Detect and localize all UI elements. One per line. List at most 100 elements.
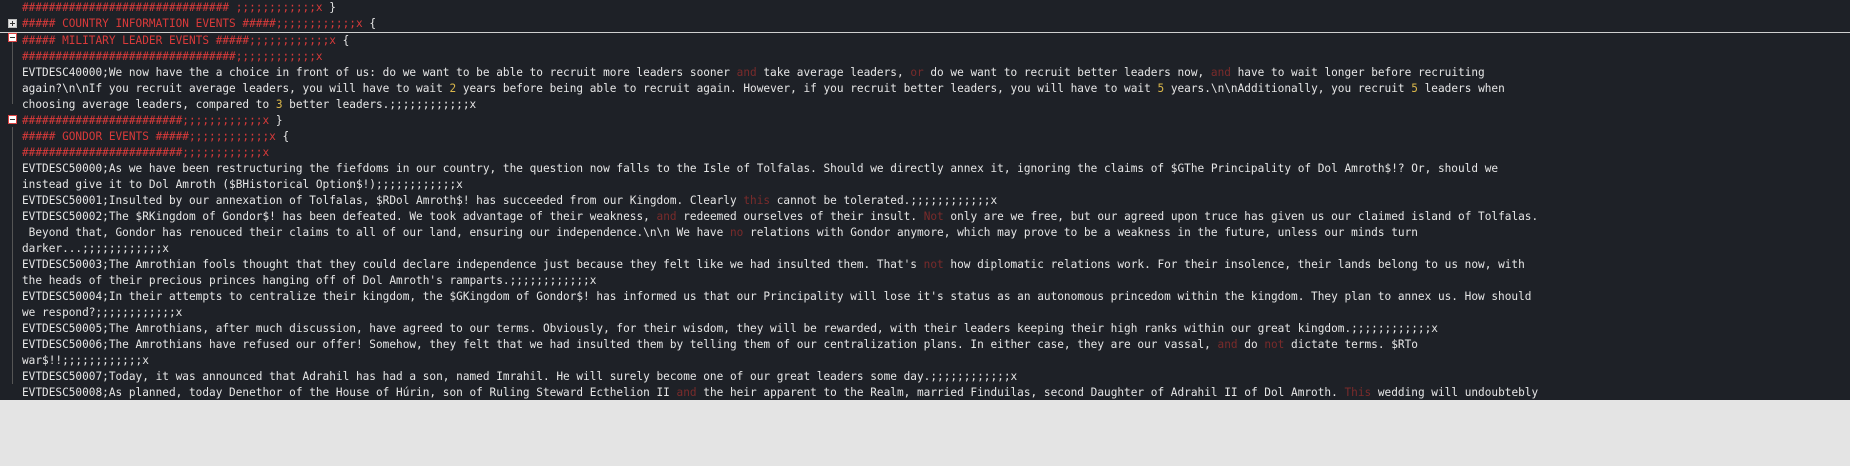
code-token: ;;;;;;;;;;;; bbox=[182, 146, 263, 159]
code-token: instead give it to Dol Amroth ($BHistori… bbox=[22, 178, 463, 191]
code-token: EVTDESC50000;As we have been restructuri… bbox=[22, 162, 1499, 175]
code-line[interactable]: ##### COUNTRY INFORMATION EVENTS #####;;… bbox=[0, 16, 1850, 32]
code-token: ;;;;;;;;;;;; bbox=[275, 17, 356, 30]
code-token: and bbox=[1210, 66, 1231, 79]
code-token: the heir apparent to the Realm, married … bbox=[696, 386, 1345, 399]
code-token: ;;;;;;;;;;;; bbox=[235, 1, 316, 14]
code-token: war$!!;;;;;;;;;;;;x bbox=[22, 354, 149, 367]
code-line[interactable]: ################################;;;;;;;;… bbox=[0, 49, 1850, 65]
code-token: and bbox=[242, 402, 263, 415]
code-token: will bring the realms of Gondor bbox=[22, 402, 243, 415]
code-token: years.\n\nAdditionally, you recruit bbox=[1164, 82, 1412, 95]
code-line[interactable]: EVTDESC50010;It was announced that today… bbox=[0, 417, 1850, 433]
code-editor[interactable]: ############################### ;;;;;;;;… bbox=[0, 0, 1850, 466]
code-token: Dol Amroth closer together.;;;;;;;;;;;;x bbox=[262, 402, 537, 415]
code-line[interactable]: ############################### ;;;;;;;;… bbox=[0, 0, 1850, 16]
code-token: redeemed ourselves of their insult. bbox=[676, 210, 924, 223]
code-token: only are we free, but our agreed upon tr… bbox=[943, 210, 1539, 223]
code-line[interactable]: instead give it to Dol Amroth ($BHistori… bbox=[0, 177, 1850, 193]
code-token: EVTDESC50004;In their attempts to centra… bbox=[22, 290, 1532, 303]
code-token: { bbox=[335, 34, 350, 47]
code-token: EVTDESC40000;We now have the a choice in… bbox=[22, 66, 737, 79]
code-line[interactable]: EVTDESC50003;The Amrothian fools thought… bbox=[0, 257, 1850, 273]
code-token: Not bbox=[923, 210, 944, 223]
code-token: do bbox=[1237, 338, 1265, 351]
code-token: and bbox=[736, 66, 757, 79]
code-token: Finduilas. The realm rejoices!;;;;;;;;;;… bbox=[402, 434, 697, 447]
code-token: and bbox=[382, 434, 403, 447]
code-token: { bbox=[275, 130, 290, 143]
code-line[interactable]: we respond?;;;;;;;;;;;;x bbox=[0, 305, 1850, 321]
code-line[interactable]: darker...;;;;;;;;;;;;x bbox=[0, 241, 1850, 257]
fold-collapse-icon[interactable] bbox=[8, 115, 17, 124]
code-token: wedding will undoubtebly bbox=[1371, 386, 1539, 399]
code-token: x bbox=[262, 146, 270, 159]
code-token: and bbox=[676, 386, 697, 399]
code-line[interactable]: EVTDESC50005;The Amrothians, after much … bbox=[0, 321, 1850, 337]
code-token: ######################## bbox=[22, 114, 183, 127]
code-line[interactable]: war$!!;;;;;;;;;;;;x bbox=[0, 353, 1850, 369]
code-line[interactable]: ########################;;;;;;;;;;;;x bbox=[0, 145, 1850, 161]
code-token: x bbox=[329, 34, 336, 47]
code-token: EVTDESC50001;Insulted by our annexation … bbox=[22, 194, 744, 207]
code-line[interactable]: choosing average leaders, compared to 3 … bbox=[0, 97, 1850, 113]
code-token: x bbox=[315, 1, 323, 14]
fold-expand-icon[interactable] bbox=[8, 19, 17, 28]
code-token: leaders when bbox=[1417, 82, 1505, 95]
code-token: ######################## bbox=[22, 146, 183, 159]
code-line[interactable]: ##### MILITARY LEADER EVENTS #####;;;;;;… bbox=[0, 32, 1850, 49]
code-token: ##### GONDOR EVENTS ##### bbox=[22, 130, 189, 143]
code-token: we respond?;;;;;;;;;;;;x bbox=[22, 306, 183, 319]
code-token: EVTDESC50011;Today, a second son was bor… bbox=[22, 434, 383, 447]
code-token: or bbox=[910, 66, 924, 79]
code-lines: ############################### ;;;;;;;;… bbox=[0, 0, 1850, 449]
code-token: this bbox=[743, 194, 771, 207]
code-token: ################################ bbox=[22, 50, 236, 63]
code-token: EVTDESC50008;As planned, today Denethor … bbox=[22, 386, 677, 399]
code-token: x bbox=[355, 17, 363, 30]
code-token: ;;;;;;;;;;;; bbox=[235, 50, 316, 63]
code-token: ##### MILITARY LEADER EVENTS ##### bbox=[22, 34, 250, 47]
code-token: 5 bbox=[1411, 82, 1418, 95]
code-token: ############################### bbox=[22, 1, 236, 14]
code-token: x bbox=[269, 130, 276, 143]
code-line[interactable]: EVTDESC50002;The $RKingdom of Gondor$! h… bbox=[0, 209, 1850, 225]
code-token: This bbox=[1344, 386, 1372, 399]
code-token: relations with Gondor anymore, which may… bbox=[743, 226, 1418, 239]
code-token: dictate terms. $RTo bbox=[1284, 338, 1418, 351]
code-line[interactable]: EVTDESC50001;Insulted by our annexation … bbox=[0, 193, 1850, 209]
code-token: x bbox=[315, 50, 323, 63]
code-line[interactable]: ##### GONDOR EVENTS #####;;;;;;;;;;;;x { bbox=[0, 129, 1850, 145]
code-token: better leaders.;;;;;;;;;;;;x bbox=[282, 98, 477, 111]
code-line[interactable]: again?\n\nIf you recruit average leaders… bbox=[0, 81, 1850, 97]
code-token: } bbox=[322, 1, 336, 14]
code-token: not bbox=[1264, 338, 1285, 351]
code-line[interactable]: EVTDESC50011;Today, a second son was bor… bbox=[0, 433, 1850, 449]
code-token: ;;;;;;;;;;;; bbox=[249, 34, 330, 47]
code-token: again?\n\nIf you recruit average leaders… bbox=[22, 82, 450, 95]
code-line[interactable]: EVTDESC50007;Today, it was announced tha… bbox=[0, 369, 1850, 385]
code-line[interactable]: EVTDESC50008;As planned, today Denethor … bbox=[0, 385, 1850, 401]
code-token: the heads of their precious princes hang… bbox=[22, 274, 597, 287]
code-line[interactable]: will bring the realms of Gondor and Dol … bbox=[0, 401, 1850, 417]
code-token: take average leaders, bbox=[756, 66, 911, 79]
code-line[interactable]: the heads of their precious princes hang… bbox=[0, 273, 1850, 289]
code-token: choosing average leaders, compared to bbox=[22, 98, 276, 111]
code-token: EVTDESC50002;The $RKingdom of Gondor$! h… bbox=[22, 210, 657, 223]
code-token: years before being able to recruit again… bbox=[456, 82, 1158, 95]
code-token: do we want to recruit better leaders now… bbox=[923, 66, 1211, 79]
code-line[interactable]: EVTDESC50004;In their attempts to centra… bbox=[0, 289, 1850, 305]
code-line[interactable]: ########################;;;;;;;;;;;;x } bbox=[0, 113, 1850, 129]
fold-collapse-icon[interactable] bbox=[8, 33, 17, 42]
code-token: EVTDESC50007;Today, it was announced tha… bbox=[22, 370, 1018, 383]
code-token: how diplomatic relations work. For their… bbox=[943, 258, 1525, 271]
code-line[interactable]: Beyond that, Gondor has renouced their c… bbox=[0, 225, 1850, 241]
code-token: EVTDESC50006;The Amrothians have refused… bbox=[22, 338, 1218, 351]
code-line[interactable]: EVTDESC50006;The Amrothians have refused… bbox=[0, 337, 1850, 353]
code-line[interactable]: EVTDESC50000;As we have been restructuri… bbox=[0, 161, 1850, 177]
code-token: have to wait longer before recruiting bbox=[1230, 66, 1485, 79]
code-token: } bbox=[269, 114, 283, 127]
code-token: { bbox=[362, 17, 377, 30]
code-token: Beyond that, Gondor has renouced their c… bbox=[22, 226, 730, 239]
code-line[interactable]: EVTDESC40000;We now have the a choice in… bbox=[0, 65, 1850, 81]
